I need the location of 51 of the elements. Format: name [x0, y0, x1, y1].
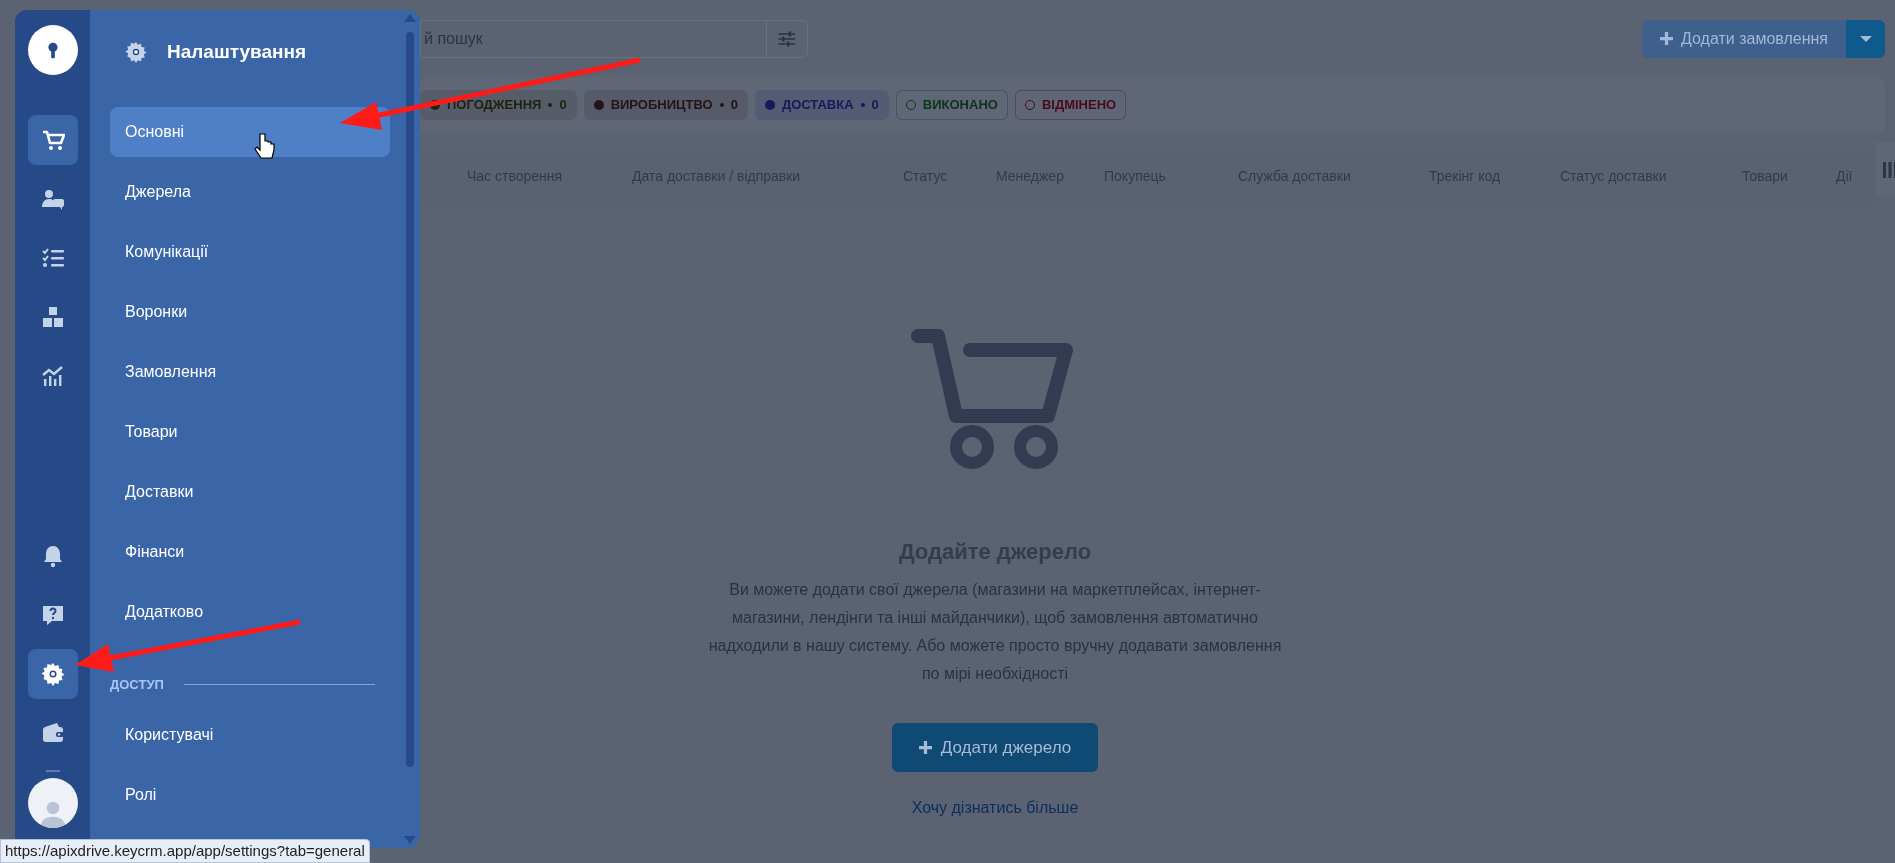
caret-icon — [1859, 35, 1872, 42]
menu-item[interactable]: Джерела — [110, 167, 390, 217]
status-tab[interactable]: ВІДМІНЕНО — [1014, 89, 1127, 120]
status-bar-url: https://apixdrive.keycrm.app/app/settings?tab=general — [0, 839, 370, 863]
menu-item[interactable]: Товари — [110, 407, 390, 457]
boxes-icon — [40, 305, 65, 329]
tab-label: ПОГОДЖЕННЯ — [447, 95, 542, 114]
menu-item[interactable]: Користувачі — [110, 710, 390, 760]
tab-label: ВИРОБНИЦТВО — [610, 95, 713, 114]
menu-item[interactable]: Додатково — [110, 587, 390, 637]
panel-title: Налаштування — [167, 39, 307, 64]
columns-icon — [1882, 161, 1895, 178]
person-chat-icon — [40, 187, 65, 211]
tab-count: 0 — [559, 95, 567, 114]
learn-more-link[interactable]: Хочу дізнатись більше — [911, 796, 1079, 820]
menu-item[interactable]: Доставки — [110, 467, 390, 517]
tab-count: 0 — [871, 95, 879, 114]
plus-icon — [918, 741, 932, 754]
status-tab[interactable]: ВИКОНАНО — [895, 89, 1008, 120]
cart-icon — [40, 128, 65, 152]
menu-item[interactable]: Воронки — [110, 287, 390, 337]
menu-item[interactable]: Замовлення — [110, 347, 390, 397]
menu-item[interactable]: Фінанси — [110, 527, 390, 577]
tab-label: ДОСТАВКА — [781, 95, 854, 114]
menu-item[interactable]: Основні — [110, 107, 390, 157]
add-order-button[interactable]: Додати замовлення — [1642, 19, 1846, 58]
tab-label: ВІДМІНЕНО — [1041, 95, 1117, 114]
status-tab[interactable]: ВИРОБНИЦТВО 0 — [583, 89, 748, 120]
menu-item[interactable]: Комунікації — [110, 227, 390, 277]
menu-item[interactable]: Ролі — [110, 770, 390, 820]
hand-cursor-icon — [254, 133, 275, 159]
status-tab[interactable]: ДОСТАВКА 0 — [754, 89, 889, 120]
separator-dot-icon — [548, 102, 553, 107]
scrollbar[interactable] — [404, 14, 416, 844]
help-icon — [40, 603, 65, 627]
separator-dot-icon — [719, 102, 724, 107]
settings-icon — [40, 662, 65, 686]
tab-count: 0 — [730, 95, 738, 114]
nav-button[interactable] — [27, 115, 78, 165]
tab-label: ВИКОНАНО — [922, 95, 998, 114]
user-avatar[interactable] — [27, 778, 78, 828]
add-source-button[interactable]: Додати джерело — [891, 723, 1099, 772]
plus-icon — [1660, 32, 1673, 45]
separator-dot-icon — [860, 102, 865, 107]
settings-icon — [125, 41, 147, 63]
logo[interactable] — [27, 25, 78, 75]
wallet-icon — [40, 721, 65, 745]
section-heading: ДОСТУП — [110, 675, 164, 694]
checklist-icon — [40, 246, 65, 270]
nav-button[interactable] — [27, 649, 78, 699]
chart-icon — [40, 364, 65, 388]
